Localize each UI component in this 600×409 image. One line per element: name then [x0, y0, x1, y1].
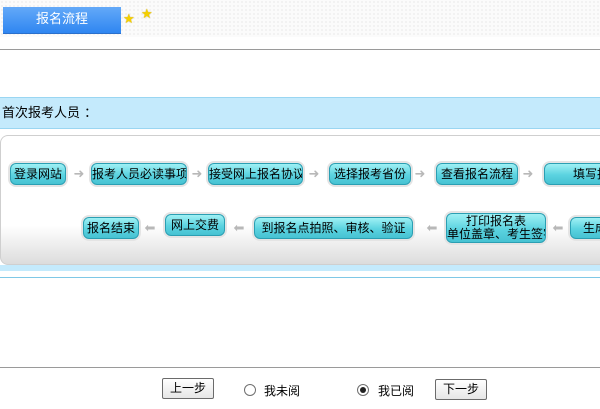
arrow-right-icon: ➜ — [522, 167, 534, 182]
page-title-tab: 报名流程 — [3, 7, 121, 34]
step-view-process[interactable]: 查看报名流程 — [436, 163, 518, 185]
divider — [0, 277, 600, 278]
radio-read[interactable] — [357, 384, 369, 396]
next-button[interactable]: 下一步 — [435, 379, 487, 400]
step-online-payment[interactable]: 网上交费 — [165, 214, 225, 236]
arrow-left-icon: ⬅ — [552, 221, 564, 236]
divider — [0, 49, 600, 50]
step-photo-review[interactable]: 到报名点拍照、审核、验证 — [254, 217, 413, 239]
step-finish[interactable]: 报名结束 — [83, 217, 139, 239]
step-must-read[interactable]: 报考人员必读事项 — [91, 163, 187, 185]
prev-button[interactable]: 上一步 — [162, 378, 214, 399]
step-print-form-line2: 单位盖章、考生签字 — [447, 227, 546, 241]
panel-bottom-strip — [0, 265, 600, 271]
flow-panel — [0, 135, 600, 265]
step-print-form[interactable]: 打印报名表 单位盖章、考生签字 — [446, 213, 546, 243]
radio-unread[interactable] — [244, 384, 256, 396]
step-select-province[interactable]: 选择报考省份 — [329, 163, 411, 185]
arrow-right-icon: ➜ — [414, 167, 426, 182]
divider — [0, 367, 600, 368]
star-icon: ★ — [123, 12, 135, 27]
arrow-left-icon: ⬅ — [426, 221, 438, 236]
step-accept-agreement[interactable]: 接受网上报名协议 — [208, 163, 303, 185]
step-generate[interactable]: 生成 — [570, 217, 600, 239]
radio-read-label: 我已阅 — [378, 384, 415, 398]
arrow-left-icon: ⬅ — [233, 221, 245, 236]
arrow-left-icon: ⬅ — [144, 221, 156, 236]
arrow-right-icon: ➜ — [73, 167, 85, 182]
section-title: 首次报考人员 ： — [2, 106, 98, 121]
step-login-site[interactable]: 登录网站 — [10, 163, 66, 185]
star-icon: ★ — [141, 7, 153, 22]
section-header: 首次报考人员 ： — [0, 97, 600, 129]
radio-unread-label: 我未阅 — [264, 384, 301, 398]
arrow-right-icon: ➜ — [308, 167, 320, 182]
step-fill-form[interactable]: 填写报 — [544, 163, 600, 185]
arrow-right-icon: ➜ — [191, 167, 203, 182]
